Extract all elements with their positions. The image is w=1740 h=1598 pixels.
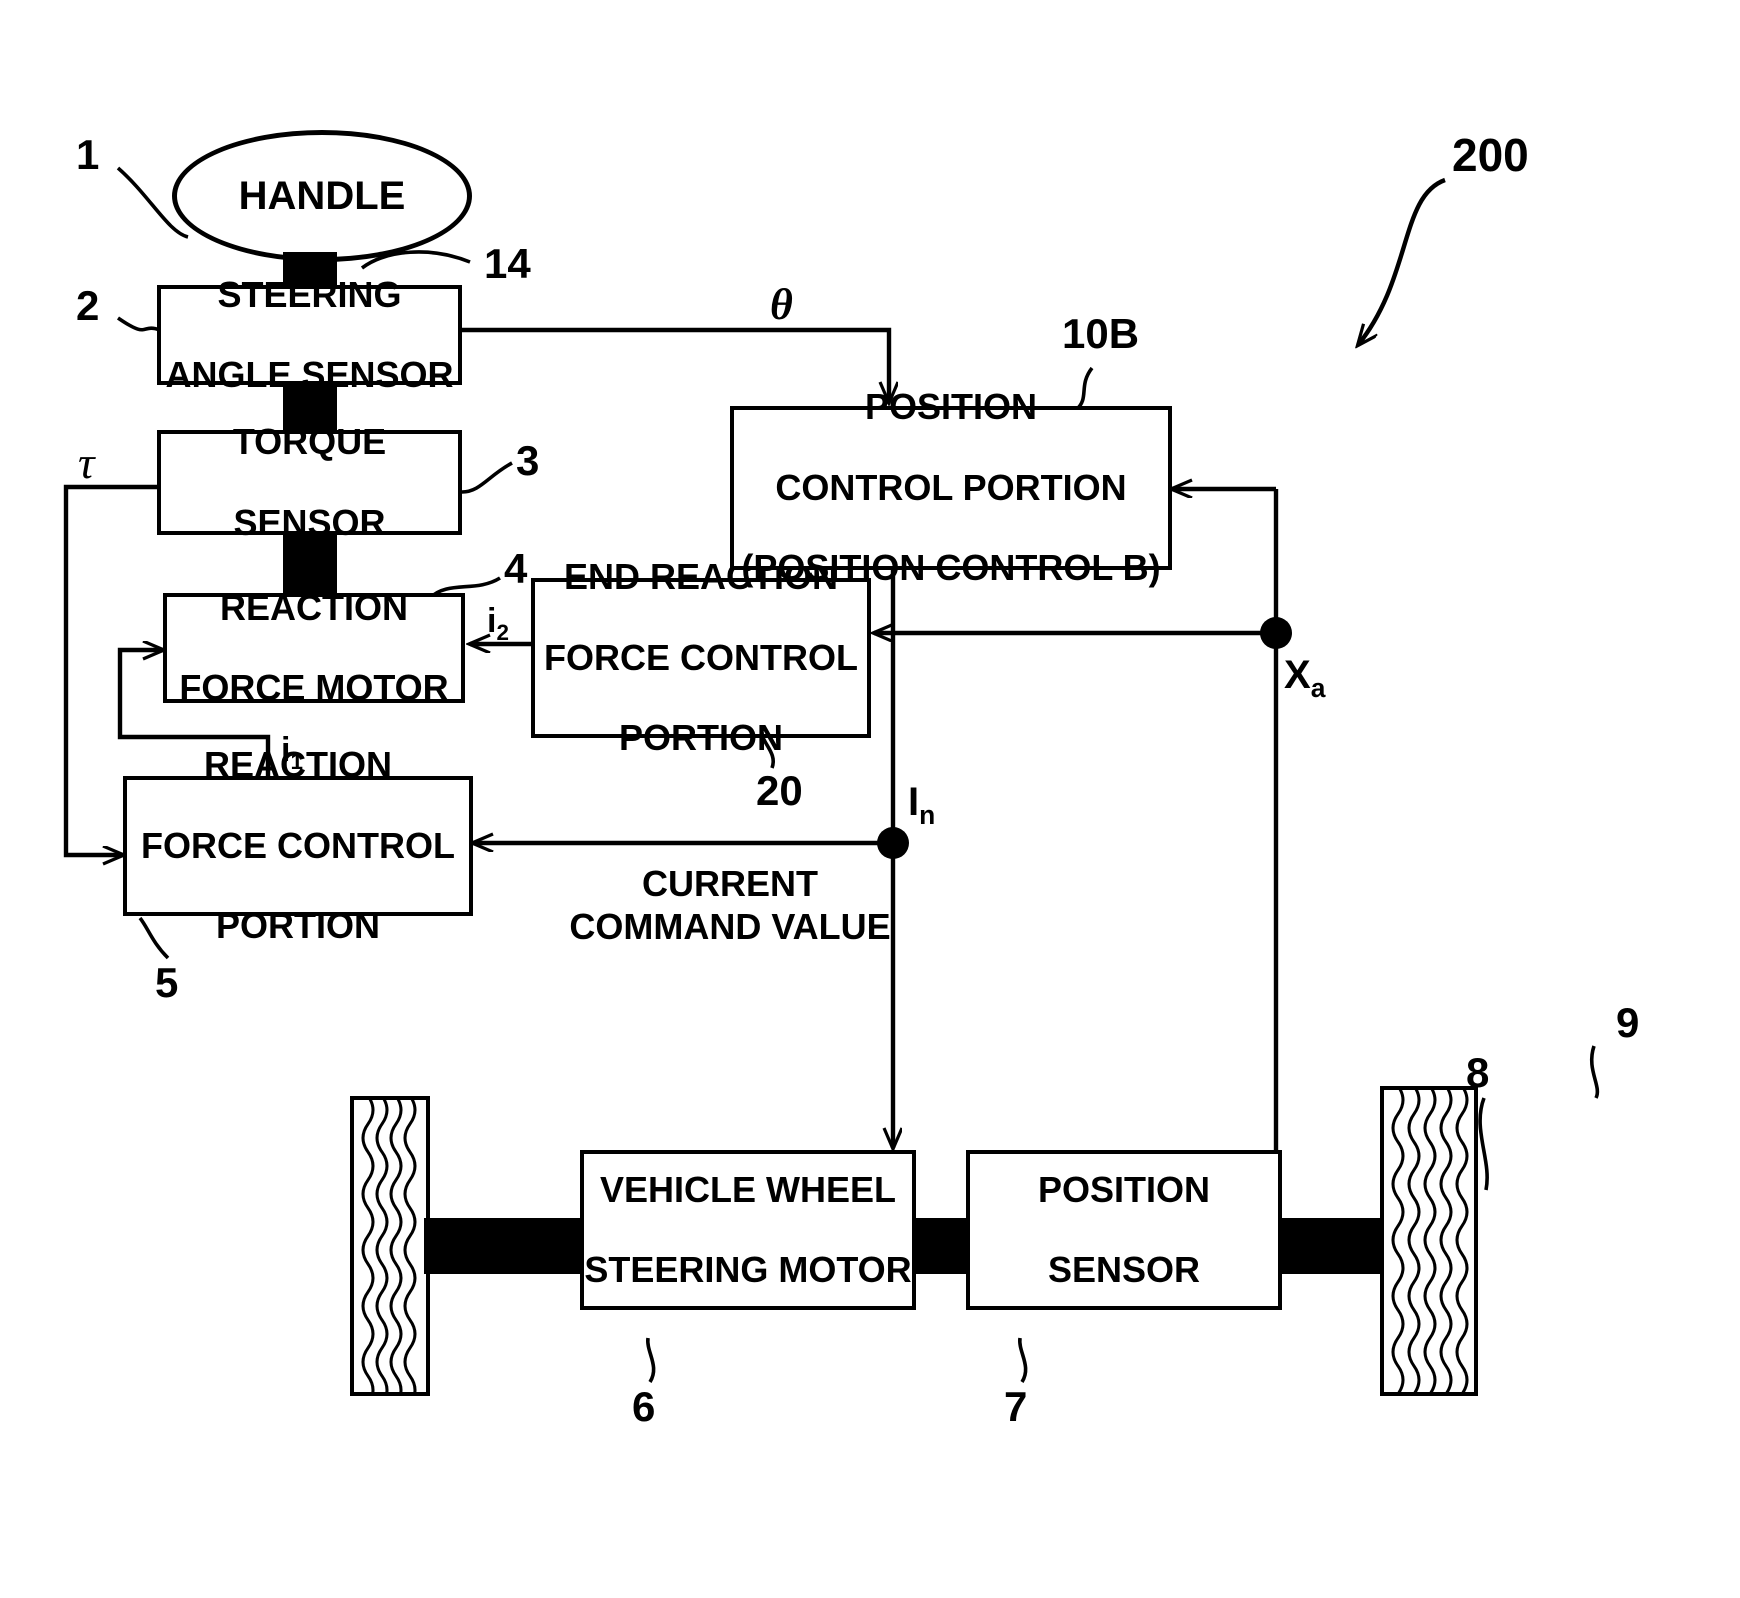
shaft-torque-to-motor <box>283 535 337 595</box>
signal-in: In <box>908 780 936 830</box>
leader-2 <box>116 316 161 332</box>
leader-200 <box>1358 177 1446 345</box>
position-control-line3: (POSITION CONTROL B) <box>741 547 1161 589</box>
signal-tau: τ <box>78 437 95 488</box>
right-wheel <box>1380 1086 1478 1396</box>
ref-200: 200 <box>1452 129 1529 181</box>
steering-angle-sensor-line1: STEERING <box>217 273 402 315</box>
right-wheel-tread <box>1391 1090 1469 1392</box>
patent-figure-canvas: HANDLE 1 14 STEERING ANGLE SENSOR 2 TORQ… <box>0 0 1740 1598</box>
left-wheel-tread <box>361 1100 417 1392</box>
leader-3 <box>461 461 513 494</box>
reaction-force-control-line1: REACTION <box>204 744 392 786</box>
vwsm-line2: STEERING MOTOR <box>584 1249 912 1291</box>
reaction-force-control-line3: PORTION <box>215 905 380 947</box>
position-sensor-line2: SENSOR <box>1047 1249 1201 1291</box>
tie-rod-8 <box>1278 1218 1380 1274</box>
position-control-line1: POSITION <box>864 386 1038 428</box>
middle-rack-bar <box>912 1218 972 1274</box>
caption-current-command-value: CURRENT COMMAND VALUE <box>560 862 900 948</box>
block-handle[interactable]: HANDLE <box>172 130 472 262</box>
block-steering-angle-sensor[interactable]: STEERING ANGLE SENSOR <box>157 274 462 395</box>
block-reaction-force-control-portion[interactable]: REACTION FORCE CONTROL PORTION <box>123 744 473 946</box>
ref-4: 4 <box>504 545 528 592</box>
leader-8 <box>1478 1097 1489 1191</box>
reaction-force-motor-line1: REACTION <box>220 586 408 628</box>
ccv-line2: COMMAND VALUE <box>569 906 891 948</box>
leader-9 <box>1589 1045 1600 1099</box>
reaction-force-control-line2: FORCE CONTROL <box>141 824 455 866</box>
ref-1: 1 <box>76 131 100 178</box>
torque-sensor-line1: TORQUE <box>232 421 387 463</box>
junction-dot-in <box>877 827 909 859</box>
ref-7: 7 <box>1004 1383 1028 1430</box>
ref-3: 3 <box>516 437 540 484</box>
block-end-reaction-force-control-portion[interactable]: END REACTION FORCE CONTROL PORTION <box>531 556 871 758</box>
vwsm-line1: VEHICLE WHEEL <box>599 1168 896 1210</box>
ref-14: 14 <box>484 240 531 287</box>
left-wheel <box>350 1096 430 1396</box>
ref-5: 5 <box>155 959 179 1006</box>
block-position-sensor[interactable]: POSITION SENSOR <box>966 1150 1282 1310</box>
ref-6: 6 <box>632 1383 656 1430</box>
ref-9: 9 <box>1616 999 1640 1046</box>
block-torque-sensor[interactable]: TORQUE SENSOR <box>157 421 462 542</box>
signal-theta: θ <box>770 280 793 329</box>
position-sensor-line1: POSITION <box>1037 1168 1211 1210</box>
reaction-force-motor-line2: FORCE MOTOR <box>179 667 449 709</box>
ref-2: 2 <box>76 282 100 329</box>
ref-20: 20 <box>756 767 803 814</box>
block-handle-label: HANDLE <box>238 173 406 218</box>
block-vehicle-wheel-steering-motor[interactable]: VEHICLE WHEEL STEERING MOTOR <box>580 1150 916 1310</box>
block-reaction-force-motor[interactable]: REACTION FORCE MOTOR <box>163 587 465 708</box>
position-control-line2: CONTROL PORTION <box>775 466 1127 508</box>
junction-dot-xa <box>1260 617 1292 649</box>
signal-xa: Xa <box>1284 653 1326 703</box>
ccv-line1: CURRENT <box>642 863 818 904</box>
leader-7 <box>1018 1337 1028 1383</box>
signal-i2: i2 <box>487 602 509 645</box>
leader-6 <box>646 1337 656 1383</box>
block-position-control-portion[interactable]: POSITION CONTROL PORTION (POSITION CONTR… <box>730 386 1172 588</box>
ref-10b: 10B <box>1062 310 1140 357</box>
end-reaction-line2: FORCE CONTROL <box>544 636 858 678</box>
left-rack-bar <box>424 1218 588 1274</box>
end-reaction-line3: PORTION <box>618 717 783 759</box>
